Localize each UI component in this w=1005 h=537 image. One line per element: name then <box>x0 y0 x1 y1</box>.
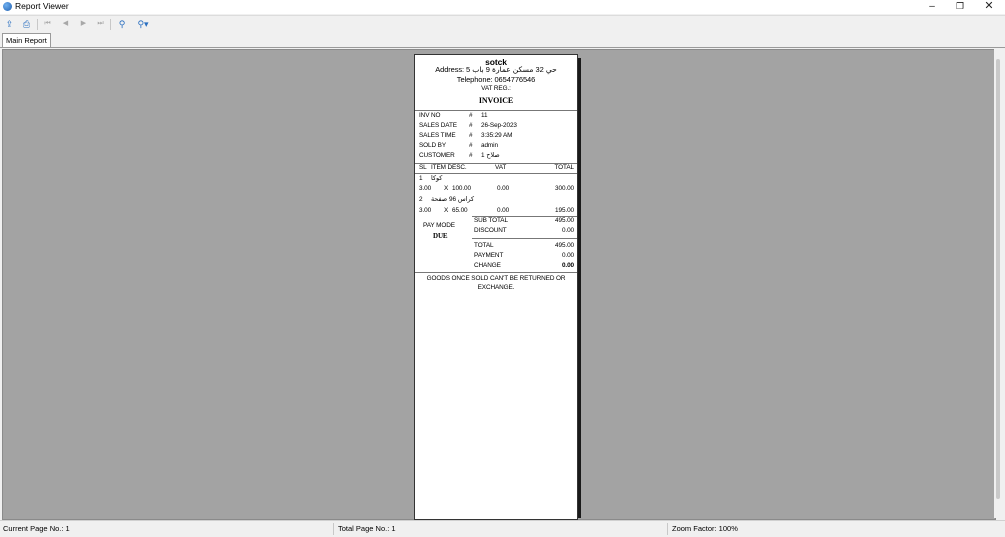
discount-value: 0.00 <box>561 227 574 234</box>
first-page-icon[interactable]: ⏮ <box>43 18 52 30</box>
item-sl: 1 <box>419 175 423 182</box>
next-page-icon[interactable]: ▶ <box>79 18 88 30</box>
paymode-label: PAY MODE <box>423 222 455 229</box>
info-value: 11 <box>481 112 488 119</box>
col-total: TOTAL <box>554 164 574 171</box>
subtotal-value: 495.00 <box>555 217 574 224</box>
info-value: 1 صلاح <box>481 152 500 159</box>
zoom-factor-status: Zoom Factor: 100% <box>672 524 738 533</box>
print-icon[interactable]: ⎙ <box>21 18 32 30</box>
minimize-button[interactable]: – <box>918 0 946 14</box>
item-qty: 3.00 <box>419 207 432 214</box>
restore-button[interactable]: ❐ <box>946 0 974 14</box>
store-telephone: Telephone: 0654776546 <box>456 75 536 84</box>
col-sl: SL <box>419 164 427 171</box>
item-price: 65.00 <box>452 207 468 214</box>
item-sl: 2 <box>419 196 423 203</box>
total-value: 495.00 <box>555 242 574 249</box>
invoice-title: INVOICE <box>478 96 514 105</box>
title-bar: Report Viewer – ❐ ✕ <box>0 0 1005 14</box>
status-separator <box>667 523 668 535</box>
info-value: 3:35:29 AM <box>481 132 513 139</box>
info-value: admin <box>481 142 498 149</box>
export-icon[interactable]: ⇪ <box>4 18 15 30</box>
toolbar-separator <box>37 19 38 30</box>
divider <box>415 272 577 273</box>
info-sep: # <box>469 122 473 129</box>
item-price: 100.00 <box>452 185 471 192</box>
info-label: SALES TIME <box>419 132 456 139</box>
vertical-scrollbar[interactable] <box>994 49 1003 518</box>
item-total: 300.00 <box>555 185 574 192</box>
window-title: Report Viewer <box>15 1 69 11</box>
last-page-icon[interactable]: ⏭ <box>96 18 105 30</box>
change-label: CHANGE <box>474 262 501 269</box>
subtotal-label: SUB TOTAL <box>474 217 508 224</box>
info-label: CUSTOMER <box>419 152 455 159</box>
info-label: INV NO <box>419 112 441 119</box>
previous-page-icon[interactable]: ◀ <box>61 18 70 30</box>
status-separator <box>333 523 334 535</box>
item-x: X <box>444 185 449 192</box>
tab-main-report[interactable]: Main Report <box>2 33 51 47</box>
report-page: sotck Address: حي 32 مسكن عمارة 9 باب 5 … <box>414 54 578 520</box>
find-binoculars-icon[interactable]: ⚲ <box>116 18 128 30</box>
item-name: كوكا <box>431 175 443 182</box>
discount-label: DISCOUNT <box>474 227 507 234</box>
item-vat: 0.00 <box>497 185 510 192</box>
scrollbar-thumb[interactable] <box>996 59 1000 499</box>
info-sep: # <box>469 132 473 139</box>
close-button[interactable]: ✕ <box>975 0 1003 14</box>
item-x: X <box>444 207 449 214</box>
divider <box>415 173 577 174</box>
toolbar-separator <box>110 19 111 30</box>
payment-value: 0.00 <box>561 252 574 259</box>
total-page-status: Total Page No.: 1 <box>338 524 396 533</box>
col-vat: VAT <box>495 164 507 171</box>
current-page-status: Current Page No.: 1 <box>3 524 70 533</box>
item-name: كراس 96 صفحة <box>431 196 475 203</box>
item-vat: 0.00 <box>497 207 510 214</box>
status-bar: Current Page No.: 1 Total Page No.: 1 Zo… <box>0 520 1005 537</box>
divider <box>472 238 577 239</box>
item-total: 195.00 <box>555 207 574 214</box>
info-label: SALES DATE <box>419 122 457 129</box>
total-label: TOTAL <box>474 242 494 249</box>
change-value: 0.00 <box>561 262 574 269</box>
toolbar: ⇪ ⎙ ⏮ ◀ ▶ ⏭ ⚲ ⚲▾ <box>0 15 1005 33</box>
paymode-value: DUE <box>433 232 448 240</box>
report-tabs: Main Report <box>0 32 1005 48</box>
info-sep: # <box>469 112 473 119</box>
vat-reg: VAT REG.: <box>481 85 511 92</box>
report-viewer-icon <box>3 2 12 11</box>
info-sep: # <box>469 152 473 159</box>
info-value: 26-Sep-2023 <box>481 122 517 129</box>
payment-label: PAYMENT <box>474 252 504 259</box>
zoom-dropdown-icon[interactable]: ⚲▾ <box>133 18 153 30</box>
item-qty: 3.00 <box>419 185 432 192</box>
col-item: ITEM DESC. <box>431 164 467 171</box>
divider <box>415 110 577 111</box>
info-sep: # <box>469 142 473 149</box>
store-address: Address: حي 32 مسكن عمارة 9 باب 5 <box>435 65 557 74</box>
receipt-footer: GOODS ONCE SOLD CAN'T BE RETURNED OR EXC… <box>426 275 566 291</box>
info-label: SOLD BY <box>419 142 447 149</box>
